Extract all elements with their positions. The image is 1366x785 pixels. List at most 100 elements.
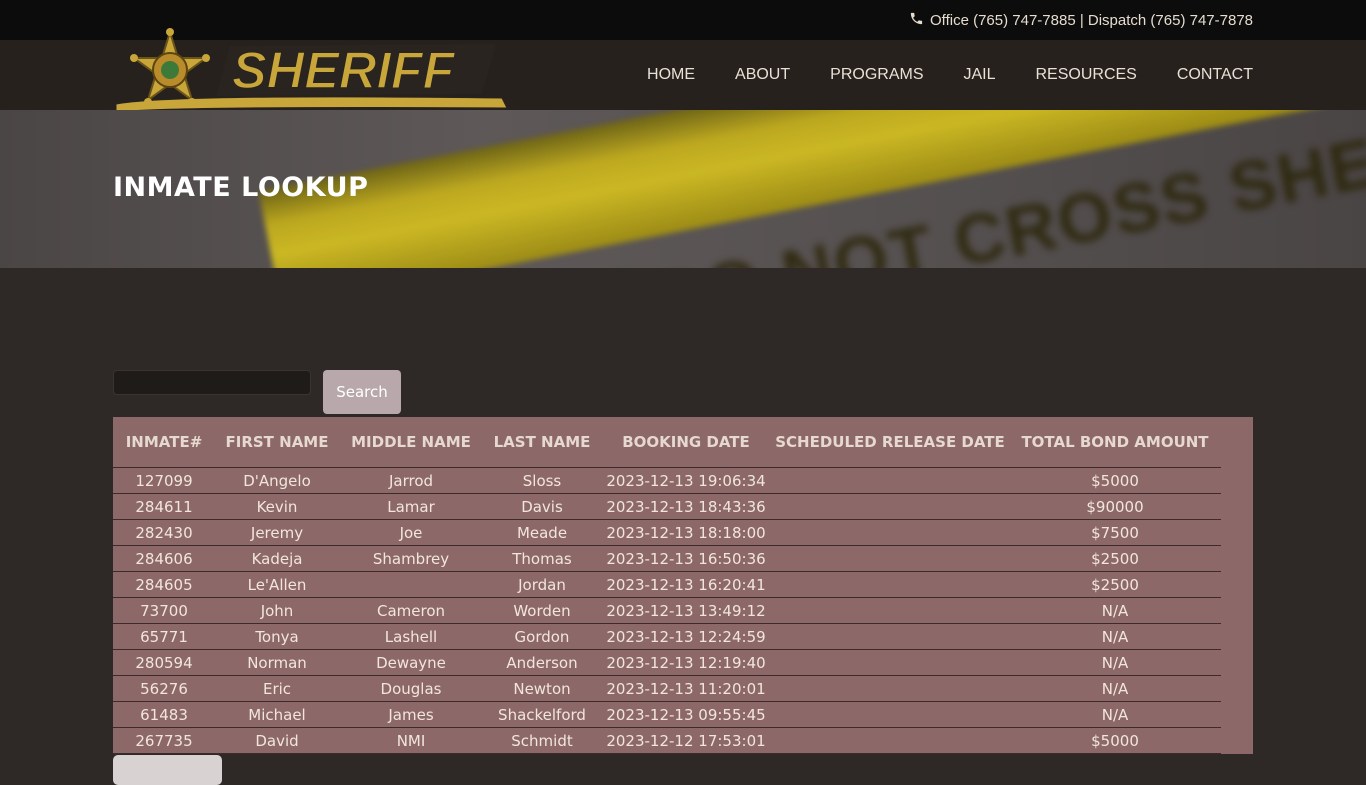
show-more-button[interactable] xyxy=(113,755,222,785)
column-header: LAST NAME xyxy=(483,417,601,468)
total-bond-amount-cell: $7500 xyxy=(1009,519,1221,546)
first-name-cell: Jeremy xyxy=(215,519,339,546)
scheduled-release-date-cell xyxy=(771,675,1009,702)
booking-date-cell: 2023-12-13 12:19:40 xyxy=(601,649,771,676)
last-name-cell: Jordan xyxy=(483,571,601,598)
total-bond-amount-cell: N/A xyxy=(1009,649,1221,676)
last-name-cell: Worden xyxy=(483,597,601,624)
column-header: BOOKING DATE xyxy=(601,417,771,468)
first-name-cell: Tonya xyxy=(215,623,339,650)
booking-date-cell: 2023-12-13 16:20:41 xyxy=(601,571,771,598)
search-button[interactable]: Search xyxy=(323,370,401,414)
middle-name-cell: Dewayne xyxy=(339,649,483,676)
table-row[interactable]: 284606 Kadeja Shambrey Thomas 2023-12-13 16:… xyxy=(113,545,1221,572)
table-body: 127099 D'Angelo Jarrod Sloss 2023-12-13 19:0… xyxy=(113,467,1221,754)
last-name-cell: Gordon xyxy=(483,623,601,650)
middle-name-cell xyxy=(339,571,483,598)
table-row[interactable]: 284611 Kevin Lamar Davis 2023-12-13 18:43:36… xyxy=(113,493,1221,520)
nav-about[interactable]: ABOUT xyxy=(735,66,790,84)
inmate-number-cell: 280594 xyxy=(113,649,215,676)
column-header: FIRST NAME xyxy=(215,417,339,468)
table-row[interactable]: 280594 Norman Dewayne Anderson 2023-12-13 12… xyxy=(113,649,1221,676)
middle-name-cell: James xyxy=(339,701,483,728)
search-input[interactable] xyxy=(113,370,311,395)
booking-date-cell: 2023-12-13 16:50:36 xyxy=(601,545,771,572)
nav-jail[interactable]: JAIL xyxy=(963,66,995,84)
inmate-table: INMATE# FIRST NAME MIDDLE NAME LAST NAME BOO… xyxy=(113,417,1221,754)
first-name-cell: David xyxy=(215,727,339,754)
table-header-row: INMATE# FIRST NAME MIDDLE NAME LAST NAME BOO… xyxy=(113,417,1221,468)
booking-date-cell: 2023-12-12 17:53:01 xyxy=(601,727,771,754)
nav-resources[interactable]: RESOURCES xyxy=(1036,66,1137,84)
last-name-cell: Davis xyxy=(483,493,601,520)
middle-name-cell: NMI xyxy=(339,727,483,754)
last-name-cell: Shackelford xyxy=(483,701,601,728)
last-name-cell: Thomas xyxy=(483,545,601,572)
booking-date-cell: 2023-12-13 11:20:01 xyxy=(601,675,771,702)
booking-date-cell: 2023-12-13 09:55:45 xyxy=(601,701,771,728)
scheduled-release-date-cell xyxy=(771,467,1009,494)
inmate-number-cell: 284611 xyxy=(113,493,215,520)
table-row[interactable]: 61483 Michael James Shackelford 2023-12-13 0… xyxy=(113,701,1221,728)
table-row[interactable]: 56276 Eric Douglas Newton 2023-12-13 11:20:0… xyxy=(113,675,1221,702)
column-header: SCHEDULED RELEASE DATE xyxy=(771,417,1009,468)
table-row[interactable]: 73700 John Cameron Worden 2023-12-13 13:49:1… xyxy=(113,597,1221,624)
column-header: INMATE# xyxy=(113,417,215,468)
total-bond-amount-cell: N/A xyxy=(1009,597,1221,624)
total-bond-amount-cell: $5000 xyxy=(1009,727,1221,754)
inmate-number-cell: 284605 xyxy=(113,571,215,598)
nav-home[interactable]: HOME xyxy=(647,66,695,84)
table-row[interactable]: 284605 Le'Allen Jordan 2023-12-13 16:20:41 $… xyxy=(113,571,1221,598)
scheduled-release-date-cell xyxy=(771,519,1009,546)
nav-programs[interactable]: PROGRAMS xyxy=(830,66,923,84)
middle-name-cell: Cameron xyxy=(339,597,483,624)
scheduled-release-date-cell xyxy=(771,545,1009,572)
scheduled-release-date-cell xyxy=(771,649,1009,676)
middle-name-cell: Jarrod xyxy=(339,467,483,494)
inmate-table-container: INMATE# FIRST NAME MIDDLE NAME LAST NAME BOO… xyxy=(113,417,1253,754)
page-banner: LINE DO NOT CROSS SHERIFF LINE D INMATE … xyxy=(0,110,1366,268)
phone-icon xyxy=(909,11,924,30)
last-name-cell: Meade xyxy=(483,519,601,546)
page-title: INMATE LOOKUP xyxy=(113,172,369,203)
last-name-cell: Newton xyxy=(483,675,601,702)
booking-date-cell: 2023-12-13 18:18:00 xyxy=(601,519,771,546)
total-bond-amount-cell: $2500 xyxy=(1009,545,1221,572)
inmate-number-cell: 284606 xyxy=(113,545,215,572)
first-name-cell: Michael xyxy=(215,701,339,728)
table-row[interactable]: 127099 D'Angelo Jarrod Sloss 2023-12-13 19:0… xyxy=(113,467,1221,494)
scheduled-release-date-cell xyxy=(771,623,1009,650)
total-bond-amount-cell: N/A xyxy=(1009,701,1221,728)
total-bond-amount-cell: N/A xyxy=(1009,675,1221,702)
logo-wordmark: SHERIFF xyxy=(232,42,456,100)
inmate-number-cell: 61483 xyxy=(113,701,215,728)
scheduled-release-date-cell xyxy=(771,597,1009,624)
scheduled-release-date-cell xyxy=(771,701,1009,728)
last-name-cell: Sloss xyxy=(483,467,601,494)
table-row[interactable]: 267735 David NMI Schmidt 2023-12-12 17:53:01… xyxy=(113,727,1221,754)
inmate-number-cell: 282430 xyxy=(113,519,215,546)
column-header: MIDDLE NAME xyxy=(339,417,483,468)
contact-phone-text: Office (765) 747-7885 | Dispatch (765) 7… xyxy=(930,12,1253,29)
inmate-number-cell: 56276 xyxy=(113,675,215,702)
booking-date-cell: 2023-12-13 18:43:36 xyxy=(601,493,771,520)
total-bond-amount-cell: $2500 xyxy=(1009,571,1221,598)
booking-date-cell: 2023-12-13 13:49:12 xyxy=(601,597,771,624)
middle-name-cell: Lashell xyxy=(339,623,483,650)
table-row[interactable]: 65771 Tonya Lashell Gordon 2023-12-13 12:24:… xyxy=(113,623,1221,650)
booking-date-cell: 2023-12-13 19:06:34 xyxy=(601,467,771,494)
column-header: TOTAL BOND AMOUNT xyxy=(1009,417,1221,468)
inmate-number-cell: 73700 xyxy=(113,597,215,624)
first-name-cell: Kadeja xyxy=(215,545,339,572)
first-name-cell: Eric xyxy=(215,675,339,702)
middle-name-cell: Douglas xyxy=(339,675,483,702)
last-name-cell: Anderson xyxy=(483,649,601,676)
first-name-cell: Norman xyxy=(215,649,339,676)
first-name-cell: Le'Allen xyxy=(215,571,339,598)
nav-contact[interactable]: CONTACT xyxy=(1177,66,1253,84)
scheduled-release-date-cell xyxy=(771,493,1009,520)
table-row[interactable]: 282430 Jeremy Joe Meade 2023-12-13 18:18:00 $… xyxy=(113,519,1221,546)
middle-name-cell: Joe xyxy=(339,519,483,546)
inmate-number-cell: 127099 xyxy=(113,467,215,494)
main-nav: HOME ABOUT PROGRAMS JAIL RESOURCES CONTA… xyxy=(647,40,1253,110)
